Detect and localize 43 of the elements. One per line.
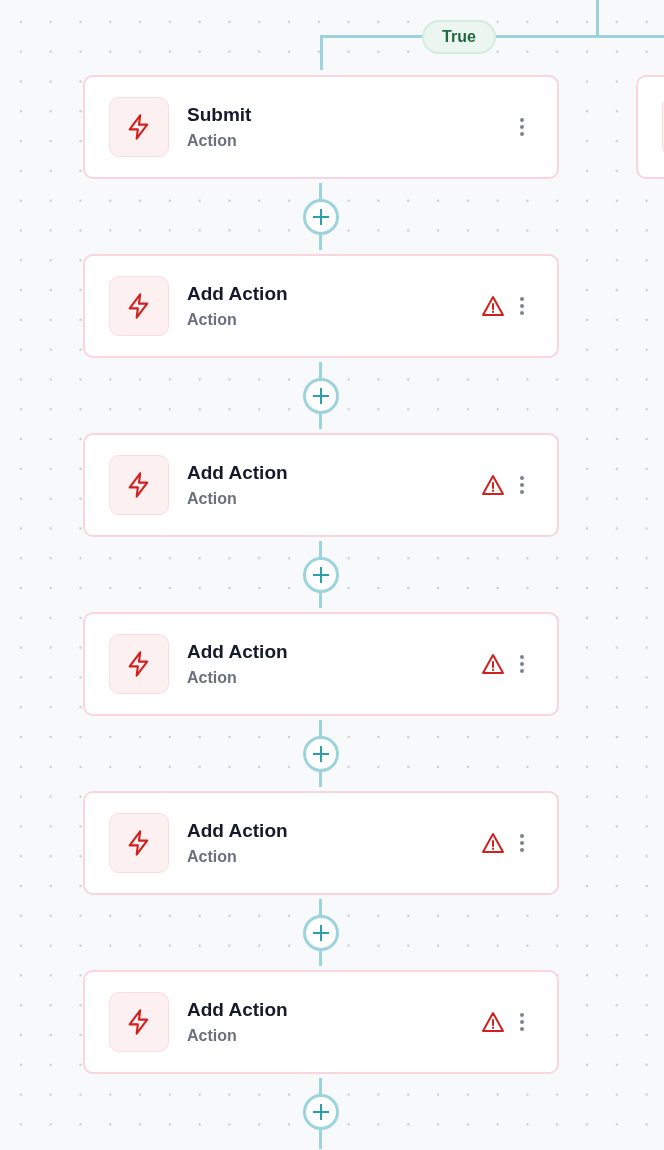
plus-icon	[312, 923, 330, 942]
node-type: Action	[187, 669, 238, 687]
node-card[interactable]: Add Action Action	[83, 433, 559, 537]
node-title: Add Action	[187, 462, 289, 484]
more-icon[interactable]	[519, 1012, 525, 1032]
plus-icon	[312, 744, 330, 763]
plus-icon	[312, 565, 330, 584]
add-step-button[interactable]	[303, 1093, 339, 1130]
plus-icon	[312, 386, 330, 405]
more-icon[interactable]	[519, 833, 525, 853]
lightning-icon	[109, 97, 169, 157]
node-title: Submit	[187, 104, 253, 126]
branch-label: True	[422, 20, 496, 54]
more-icon[interactable]	[519, 117, 525, 137]
add-step-button[interactable]	[303, 198, 339, 235]
plus-icon	[312, 207, 330, 226]
more-icon[interactable]	[519, 654, 525, 674]
plus-icon	[312, 1102, 330, 1121]
node-card[interactable]: Add Action Action	[83, 612, 559, 716]
node-type: Action	[187, 1027, 238, 1045]
lightning-icon	[109, 813, 169, 873]
lightning-icon	[109, 634, 169, 694]
node-card[interactable]: Submit Action	[83, 75, 559, 179]
add-step-button[interactable]	[303, 556, 339, 593]
add-step-button[interactable]	[303, 735, 339, 772]
lightning-icon	[109, 455, 169, 515]
more-icon[interactable]	[519, 296, 525, 316]
add-step-button[interactable]	[303, 377, 339, 414]
node-card[interactable]: Add Action Action	[83, 254, 559, 358]
node-title: Add Action	[187, 820, 289, 842]
node-card[interactable]: Add Action Action	[83, 970, 559, 1074]
node-title: Add Action	[187, 999, 289, 1021]
node-type: Action	[187, 132, 238, 150]
lightning-icon	[109, 276, 169, 336]
add-step-button[interactable]	[303, 914, 339, 951]
node-type: Action	[187, 311, 238, 329]
node-card[interactable]: Add Action Action	[83, 791, 559, 895]
more-icon[interactable]	[519, 475, 525, 495]
node-type: Action	[187, 848, 238, 866]
lightning-icon	[109, 992, 169, 1052]
node-title: Add Action	[187, 283, 289, 305]
node-title: Add Action	[187, 641, 289, 663]
node-type: Action	[187, 490, 238, 508]
